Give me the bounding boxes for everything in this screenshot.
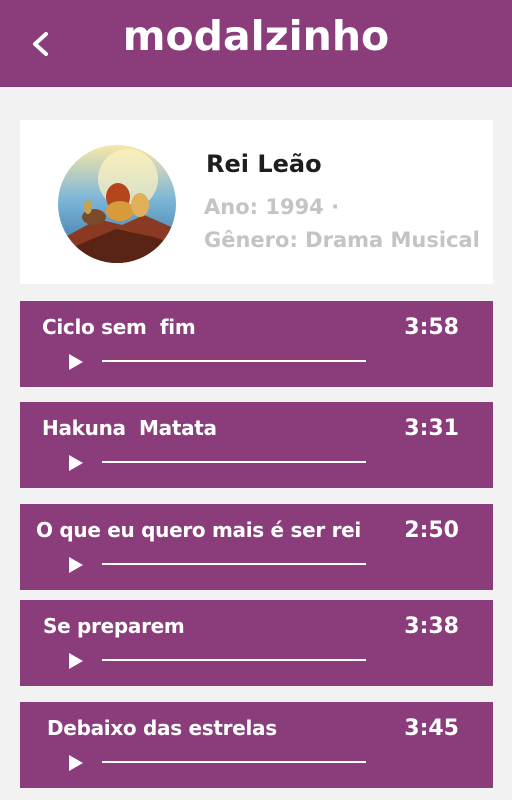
- track-title: O que eu quero mais é ser rei: [36, 518, 361, 542]
- track-item[interactable]: Ciclo sem fim 3:58: [20, 301, 493, 387]
- track-title: Ciclo sem fim: [42, 315, 196, 339]
- track-item[interactable]: Debaixo das estrelas 3:45: [20, 702, 493, 788]
- play-icon: [69, 354, 83, 370]
- track-duration: 3:31: [404, 416, 459, 441]
- track-duration: 2:50: [404, 518, 459, 543]
- track-title: Se preparem: [43, 614, 185, 638]
- play-icon: [69, 557, 83, 573]
- track-item[interactable]: Hakuna Matata 3:31: [20, 402, 493, 488]
- play-button[interactable]: [66, 650, 86, 672]
- movie-poster: [58, 145, 176, 263]
- track-title: Hakuna Matata: [42, 416, 217, 440]
- movie-poster-image: [58, 145, 176, 263]
- track-duration: 3:58: [404, 315, 459, 340]
- play-button[interactable]: [66, 752, 86, 774]
- progress-bar[interactable]: [102, 563, 366, 565]
- progress-bar[interactable]: [102, 461, 366, 463]
- track-duration: 3:45: [404, 716, 459, 741]
- movie-year: Ano: 1994 ·: [204, 195, 340, 219]
- play-button[interactable]: [66, 452, 86, 474]
- play-button[interactable]: [66, 351, 86, 373]
- track-item[interactable]: Se preparem 3:38: [20, 600, 493, 686]
- track-duration: 3:38: [404, 614, 459, 639]
- movie-card: Rei Leão Ano: 1994 · Gênero: Drama Music…: [20, 120, 493, 284]
- movie-title: Rei Leão: [206, 150, 322, 178]
- progress-bar[interactable]: [102, 659, 366, 661]
- play-icon: [69, 755, 83, 771]
- movie-genre: Gênero: Drama Musical: [204, 228, 480, 252]
- app-header: modalzinho: [0, 0, 512, 87]
- app-title: modalzinho: [122, 12, 390, 60]
- progress-bar[interactable]: [102, 360, 366, 362]
- track-title: Debaixo das estrelas: [47, 716, 277, 740]
- play-icon: [69, 653, 83, 669]
- track-item[interactable]: O que eu quero mais é ser rei 2:50: [20, 504, 493, 590]
- play-button[interactable]: [66, 554, 86, 576]
- play-icon: [69, 455, 83, 471]
- progress-bar[interactable]: [102, 761, 366, 763]
